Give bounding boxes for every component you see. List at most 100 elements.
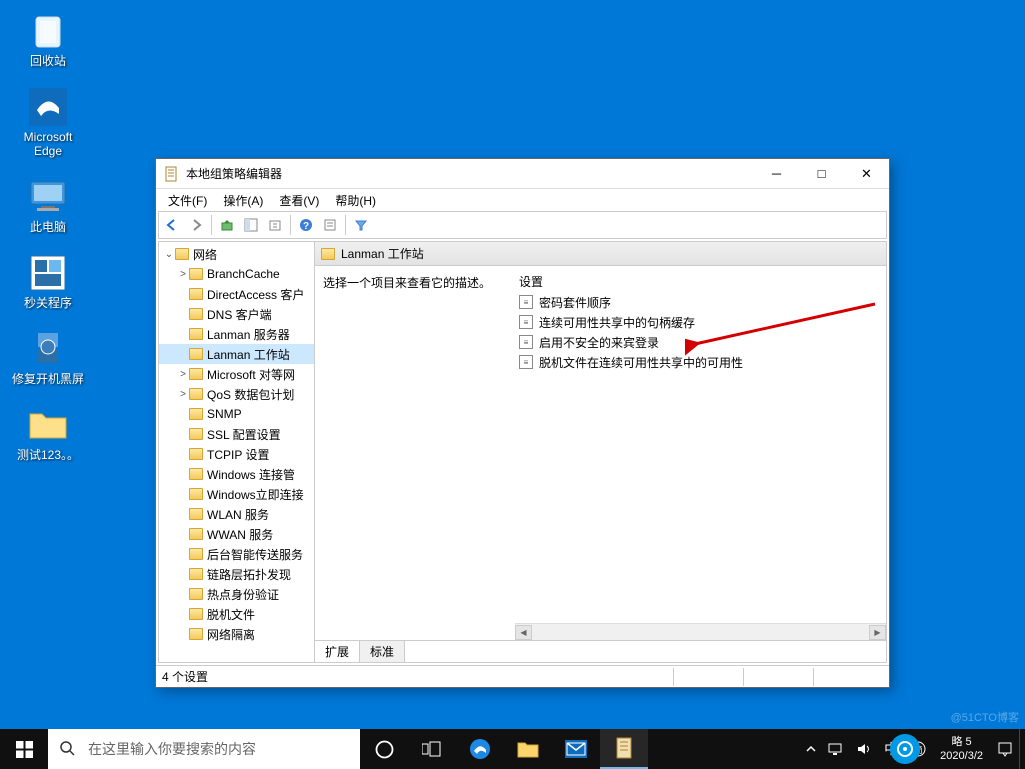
show-desktop-button[interactable] [1019, 729, 1025, 769]
titlebar[interactable]: 本地组策略编辑器 ─ □ ✕ [156, 159, 889, 189]
tree-item[interactable]: >后台智能传送服务 [159, 544, 314, 564]
icon-label: Microsoft Edge [10, 130, 86, 158]
bottom-tabs: 扩展 标准 [315, 640, 886, 662]
edge-icon [29, 88, 67, 126]
folder-icon [189, 508, 203, 520]
maximize-button[interactable]: □ [799, 159, 844, 188]
desktop-icon-recycle-bin[interactable]: 回收站 [10, 10, 86, 68]
task-mail[interactable] [552, 729, 600, 769]
scroll-left-button[interactable]: ◀ [515, 625, 532, 640]
menu-file[interactable]: 文件(F) [160, 190, 215, 211]
minimize-button[interactable]: ─ [754, 159, 799, 188]
icon-label: 秒关程序 [24, 296, 72, 310]
tree-label: 网络 [193, 246, 217, 263]
tray-notifications[interactable] [991, 729, 1019, 769]
setting-item[interactable]: ≡启用不安全的来宾登录 [515, 332, 886, 352]
forward-button[interactable] [185, 214, 207, 236]
tab-extended[interactable]: 扩展 [315, 641, 360, 662]
desktop-icon-edge[interactable]: Microsoft Edge [10, 86, 86, 158]
folder-icon [321, 248, 335, 260]
volume-icon [856, 742, 872, 756]
assistant-badge-icon[interactable] [890, 734, 920, 764]
tree-label: Lanman 服务器 [207, 326, 290, 343]
tree-item[interactable]: >SNMP [159, 404, 314, 424]
back-button[interactable] [161, 214, 183, 236]
collapse-icon[interactable]: ⌄ [163, 249, 175, 260]
task-view-button[interactable] [408, 729, 456, 769]
tree-item[interactable]: >链路层拓扑发现 [159, 564, 314, 584]
tray-chevron[interactable] [800, 729, 822, 769]
close-button[interactable]: ✕ [844, 159, 889, 188]
menu-help[interactable]: 帮助(H) [327, 190, 384, 211]
folder-icon [189, 588, 203, 600]
task-explorer[interactable] [504, 729, 552, 769]
cortana-icon [375, 740, 394, 759]
tree-item[interactable]: >Microsoft 对等网 [159, 364, 314, 384]
policy-icon: ≡ [519, 315, 533, 329]
icon-label: 此电脑 [30, 220, 66, 234]
statusbar: 4 个设置 [156, 665, 889, 687]
tree-item[interactable]: >BranchCache [159, 264, 314, 284]
tree-item[interactable]: >DirectAccess 客户 [159, 284, 314, 304]
settings-header[interactable]: 设置 [515, 270, 886, 292]
edge-icon [469, 738, 491, 760]
setting-item[interactable]: ≡ 连续可用性共享中的句柄缓存 [515, 312, 886, 332]
gpedit-icon [164, 166, 180, 182]
tree-item[interactable]: >WLAN 服务 [159, 504, 314, 524]
setting-label: 连续可用性共享中的句柄缓存 [539, 314, 695, 331]
desktop-icon-fix-black[interactable]: 修复开机黑屏 [10, 328, 86, 386]
setting-item[interactable]: ≡脱机文件在连续可用性共享中的可用性 [515, 352, 886, 372]
folder-icon [189, 328, 203, 340]
tree-item[interactable]: >Lanman 工作站 [159, 344, 314, 364]
tree-root[interactable]: ⌄ 网络 [159, 244, 314, 264]
tray-clock[interactable]: 略 5 2020/3/2 [932, 735, 991, 763]
tree-item[interactable]: >网络隔离 [159, 624, 314, 644]
tree-pane[interactable]: ⌄ 网络 >BranchCache>DirectAccess 客户>DNS 客户… [159, 242, 315, 662]
folder-icon [189, 448, 203, 460]
show-hide-button[interactable] [240, 214, 262, 236]
filter-button[interactable] [350, 214, 372, 236]
setting-label: 脱机文件在连续可用性共享中的可用性 [539, 354, 743, 371]
folder-icon [189, 628, 203, 640]
content-pane: Lanman 工作站 选择一个项目来查看它的描述。 设置 ≡密码套件顺序≡连续可… [315, 242, 886, 662]
expand-icon[interactable]: > [177, 389, 189, 400]
search-box[interactable]: 在这里输入你要搜索的内容 [48, 729, 360, 769]
tree-item[interactable]: >Windows 连接管 [159, 464, 314, 484]
expand-icon[interactable]: > [177, 269, 189, 280]
task-edge[interactable] [456, 729, 504, 769]
menu-action[interactable]: 操作(A) [215, 190, 271, 211]
desktop-icon-sec-close[interactable]: 秒关程序 [10, 252, 86, 310]
tree-item[interactable]: >TCPIP 设置 [159, 444, 314, 464]
task-gpedit[interactable] [600, 729, 648, 769]
search-placeholder: 在这里输入你要搜索的内容 [88, 739, 256, 759]
tree-label: SNMP [207, 407, 242, 421]
horizontal-scrollbar[interactable]: ◀ ▶ [515, 623, 886, 640]
tree-item[interactable]: >DNS 客户端 [159, 304, 314, 324]
tree-label: Windows 连接管 [207, 466, 295, 483]
tree-item[interactable]: >Lanman 服务器 [159, 324, 314, 344]
expand-icon[interactable]: > [177, 369, 189, 380]
start-button[interactable] [0, 729, 48, 769]
tray-network[interactable] [822, 729, 850, 769]
export-button[interactable] [264, 214, 286, 236]
tree-item[interactable]: >QoS 数据包计划 [159, 384, 314, 404]
setting-item[interactable]: ≡密码套件顺序 [515, 292, 886, 312]
help-button[interactable]: ? [295, 214, 317, 236]
tab-standard[interactable]: 标准 [360, 641, 405, 662]
computer-icon [27, 178, 69, 216]
tree-item[interactable]: >WWAN 服务 [159, 524, 314, 544]
up-button[interactable] [216, 214, 238, 236]
search-icon [48, 741, 88, 757]
tree-item[interactable]: >SSL 配置设置 [159, 424, 314, 444]
tree-item[interactable]: >脱机文件 [159, 604, 314, 624]
desktop-icon-this-pc[interactable]: 此电脑 [10, 176, 86, 234]
scroll-right-button[interactable]: ▶ [869, 625, 886, 640]
properties-button[interactable] [319, 214, 341, 236]
desktop-icon-test-folder[interactable]: 测试123。。 [10, 404, 86, 462]
menu-view[interactable]: 查看(V) [271, 190, 327, 211]
tray-volume[interactable] [850, 729, 878, 769]
tree-item[interactable]: >Windows立即连接 [159, 484, 314, 504]
cortana-button[interactable] [360, 729, 408, 769]
tree-item[interactable]: >热点身份验证 [159, 584, 314, 604]
folder-icon [28, 408, 68, 442]
